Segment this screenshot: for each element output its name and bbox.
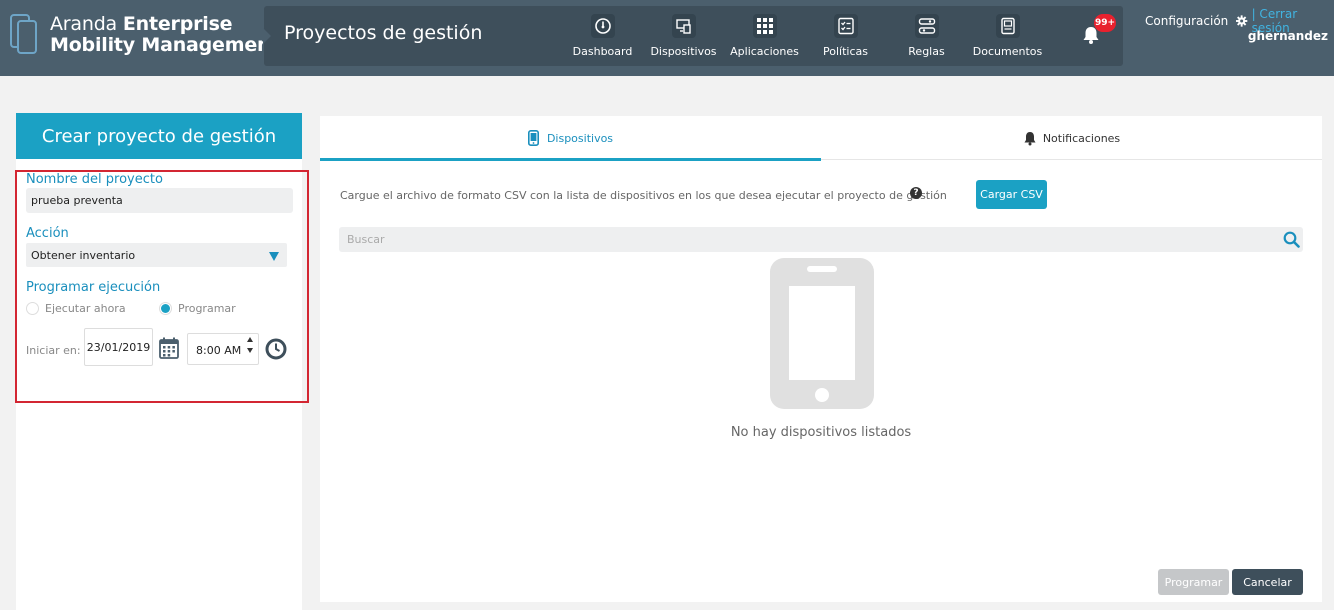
radio-run-now[interactable]: Ejecutar ahora [26, 302, 126, 315]
project-name-field[interactable]: prueba preventa [26, 188, 293, 213]
clock-icon[interactable] [265, 338, 287, 360]
tab-notifications-label: Notificaciones [1042, 131, 1121, 145]
tab-notifications[interactable]: Notificaciones [821, 116, 1322, 160]
notifications-button[interactable]: 99+ [1078, 14, 1116, 48]
action-label: Acción [26, 226, 69, 241]
brand-line1-bold: Enterprise [122, 13, 233, 35]
main-nav: Dashboard Dispositivos Aplicaciones Polí… [562, 6, 1048, 64]
create-project-panel: Crear proyecto de gestión Nombre del pro… [15, 113, 309, 610]
brand-line1-light: Aranda [50, 13, 117, 35]
radio-schedule-label: Programar [178, 302, 236, 315]
nav-policies[interactable]: Políticas [805, 6, 886, 64]
nav-label: Documentos [972, 45, 1043, 58]
nav-devices[interactable]: Dispositivos [643, 6, 724, 64]
empty-phone-icon [770, 258, 874, 409]
devices-panel: Dispositivos Notificaciones Cargue el ar… [320, 116, 1322, 602]
stepper-down-icon[interactable] [247, 348, 253, 353]
cancel-button[interactable]: Cancelar [1232, 569, 1303, 595]
action-select-value: Obtener inventario [31, 249, 136, 262]
top-bar: Aranda Enterprise Mobility Management Pr… [0, 0, 1334, 76]
nav-documents[interactable]: Documentos [967, 6, 1048, 64]
phone-icon [527, 130, 539, 146]
rules-icon [914, 14, 939, 38]
schedule-button[interactable]: Programar [1158, 569, 1229, 595]
time-value: 8:00 AM [196, 344, 242, 357]
search-bar [339, 227, 1303, 252]
project-name-label: Nombre del proyecto [26, 172, 163, 187]
page-title: Proyectos de gestión [284, 22, 483, 44]
nav-label: Dashboard [572, 45, 633, 58]
date-input[interactable]: 23/01/2019 [84, 328, 153, 366]
time-stepper[interactable] [247, 337, 253, 353]
search-input[interactable] [339, 227, 1259, 252]
document-icon [995, 14, 1020, 38]
search-icon[interactable] [1283, 231, 1300, 248]
username: ghernandez [1247, 29, 1328, 43]
apps-grid-icon [752, 14, 777, 38]
schedule-label: Programar ejecución [26, 280, 161, 295]
tab-devices-label: Dispositivos [546, 131, 614, 145]
checklist-icon [833, 14, 858, 38]
tab-devices[interactable]: Dispositivos [320, 116, 821, 161]
nav-label: Aplicaciones [730, 45, 799, 58]
bell-icon [1023, 131, 1037, 146]
nav-label: Políticas [823, 45, 868, 58]
nav-dashboard[interactable]: Dashboard [562, 6, 643, 64]
project-form-highlight: Nombre del proyecto prueba preventa Acci… [15, 170, 309, 403]
tab-bar: Dispositivos Notificaciones [320, 116, 1322, 161]
dropdown-caret-icon [269, 252, 279, 261]
nav-label: Reglas [908, 45, 945, 58]
radio-unchecked-icon [26, 302, 39, 315]
notifications-badge: 99+ [1094, 14, 1116, 32]
dashboard-gauge-icon [590, 14, 615, 38]
csv-instruction: Cargue el archivo de formato CSV con la … [340, 189, 947, 202]
devices-icon [671, 14, 696, 38]
nav-applications[interactable]: Aplicaciones [724, 6, 805, 64]
panel-title: Crear proyecto de gestión [16, 113, 302, 159]
brand-line2: Mobility Management [50, 34, 280, 56]
radio-schedule[interactable]: Programar [159, 302, 236, 315]
upload-csv-button[interactable]: Cargar CSV [976, 180, 1047, 209]
help-icon[interactable]: ? [910, 187, 922, 199]
brand-phones-icon [10, 14, 40, 56]
time-input[interactable]: 8:00 AM [187, 333, 259, 365]
action-select[interactable]: Obtener inventario [26, 243, 287, 267]
calendar-icon[interactable] [159, 337, 179, 359]
empty-state-message: No hay dispositivos listados [730, 425, 912, 440]
stepper-up-icon[interactable] [247, 337, 253, 342]
radio-checked-icon [159, 302, 172, 315]
radio-run-now-label: Ejecutar ahora [45, 302, 126, 315]
nav-rules[interactable]: Reglas [886, 6, 967, 64]
nav-label: Dispositivos [650, 45, 717, 58]
gear-icon[interactable] [1236, 15, 1248, 27]
brand-name: Aranda Enterprise Mobility Management [50, 14, 279, 56]
brand-logo[interactable]: Aranda Enterprise Mobility Management [10, 14, 279, 56]
start-label: Iniciar en: [26, 344, 81, 357]
config-link[interactable]: Configuración [1145, 14, 1228, 28]
